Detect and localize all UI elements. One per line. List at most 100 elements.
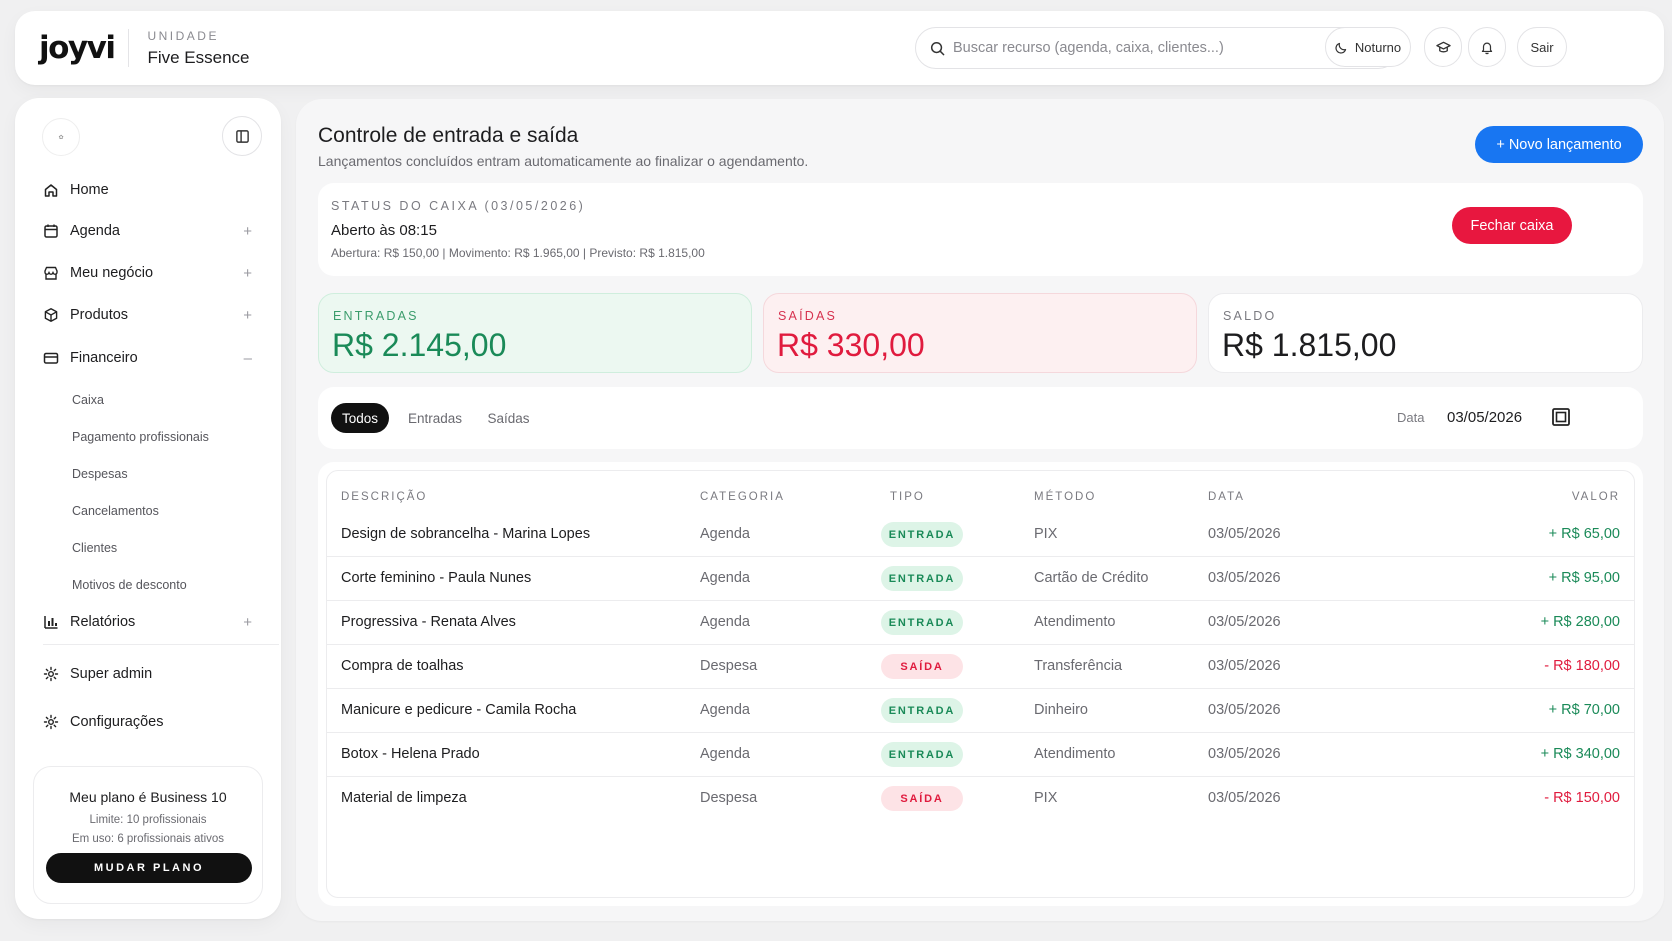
page-title: Controle de entrada e saída bbox=[318, 124, 579, 147]
cell-categoria: Agenda bbox=[700, 614, 750, 630]
sidebar-subitem-cancelamentos[interactable]: Cancelamentos bbox=[72, 504, 159, 518]
new-entry-button[interactable]: + Novo lançamento bbox=[1475, 126, 1643, 163]
table-row[interactable]: Design de sobrancelha - Marina Lopes Agen… bbox=[327, 513, 1634, 557]
sidebar-item-relatorios[interactable]: Relatórios + bbox=[43, 607, 267, 637]
divider bbox=[128, 29, 130, 67]
search-icon bbox=[930, 41, 945, 55]
unit-name: Five Essence bbox=[147, 47, 250, 67]
column-header-descricao: DESCRIÇÃO bbox=[341, 491, 428, 503]
divider bbox=[43, 644, 279, 645]
filter-bar: Todos Entradas Saídas Data 03/05/2026 bbox=[318, 387, 1643, 449]
table-row[interactable]: Corte feminino - Paula Nunes Agenda ENTRAD… bbox=[327, 557, 1634, 601]
cell-valor: + R$ 65,00 bbox=[1548, 526, 1620, 542]
box-icon bbox=[44, 308, 58, 322]
cell-metodo: Cartão de Crédito bbox=[1034, 570, 1149, 586]
expand-icon[interactable]: + bbox=[243, 307, 252, 324]
sidebar-subitem-caixa[interactable]: Caixa bbox=[72, 393, 104, 407]
sidebar-item-home[interactable]: Home bbox=[43, 175, 267, 205]
cash-status-detail: Abertura: R$ 150,00 | Movimento: R$ 1.96… bbox=[331, 246, 705, 260]
sidebar-subitem-motivos-desconto[interactable]: Motivos de desconto bbox=[72, 578, 187, 592]
sidebar-subitem-clientes[interactable]: Clientes bbox=[72, 541, 117, 555]
cell-data: 03/05/2026 bbox=[1208, 614, 1281, 630]
close-cash-button[interactable]: Fechar caixa bbox=[1452, 207, 1572, 244]
date-filter-label: Data bbox=[1397, 410, 1425, 425]
table-row[interactable]: Compra de toalhas Despesa SAÍDA Transferênc… bbox=[327, 645, 1634, 689]
column-header-categoria: CATEGORIA bbox=[700, 491, 785, 503]
table-row[interactable]: Material de limpeza Despesa SAÍDA PIX 03/05/… bbox=[327, 777, 1634, 821]
column-header-data: DATA bbox=[1208, 491, 1245, 503]
cell-valor: - R$ 180,00 bbox=[1544, 658, 1620, 674]
expand-icon[interactable]: + bbox=[243, 223, 252, 240]
stat-label: SAÍDAS bbox=[778, 309, 838, 323]
cell-categoria: Agenda bbox=[700, 702, 750, 718]
column-header-tipo: TIPO bbox=[890, 491, 925, 503]
column-header-metodo: MÉTODO bbox=[1034, 491, 1097, 503]
cell-metodo: Dinheiro bbox=[1034, 702, 1088, 718]
expand-icon[interactable]: + bbox=[243, 614, 252, 631]
cell-valor: + R$ 340,00 bbox=[1540, 746, 1620, 762]
type-badge: ENTRADA bbox=[881, 566, 963, 591]
cell-categoria: Agenda bbox=[700, 526, 750, 542]
table-row[interactable]: Progressiva - Renata Alves Agenda ENTRADA A… bbox=[327, 601, 1634, 645]
cash-status-card: STATUS DO CAIXA (03/05/2026) Aberto às 0… bbox=[318, 183, 1643, 276]
cell-data: 03/05/2026 bbox=[1208, 790, 1281, 806]
calendar-picker-icon[interactable] bbox=[1551, 407, 1571, 427]
cell-descricao: Progressiva - Renata Alves bbox=[341, 614, 516, 630]
gear-icon bbox=[43, 714, 59, 730]
logout-button[interactable]: Sair bbox=[1517, 27, 1567, 67]
cash-opened-time: Aberto às 08:15 bbox=[331, 222, 437, 239]
graduation-cap-icon bbox=[1435, 41, 1451, 52]
cell-metodo: PIX bbox=[1034, 790, 1058, 806]
table-row[interactable]: Manicure e pedicure - Camila Rocha Agenda… bbox=[327, 689, 1634, 733]
cell-data: 03/05/2026 bbox=[1208, 658, 1281, 674]
sidebar-item-agenda[interactable]: Agenda + bbox=[43, 216, 267, 246]
tab-todos[interactable]: Todos bbox=[331, 403, 389, 433]
cash-status-label: STATUS DO CAIXA (03/05/2026) bbox=[331, 199, 586, 213]
stat-value: R$ 2.145,00 bbox=[332, 327, 507, 363]
plan-card: Meu plano é Business 10 Limite: 10 profi… bbox=[33, 766, 263, 904]
app-logo[interactable]: joyvi bbox=[39, 30, 116, 66]
theme-toggle-button[interactable]: Noturno bbox=[1325, 27, 1411, 67]
type-badge: SAÍDA bbox=[881, 654, 963, 679]
sidebar-item-label: Home bbox=[70, 182, 109, 198]
cell-categoria: Despesa bbox=[700, 790, 758, 806]
change-plan-button[interactable]: MUDAR PLANO bbox=[46, 853, 252, 883]
table-row[interactable]: Botox - Helena Prado Agenda ENTRADA Atendim… bbox=[327, 733, 1634, 777]
logout-label: Sair bbox=[1530, 39, 1554, 55]
cell-descricao: Material de limpeza bbox=[341, 790, 467, 806]
cell-descricao: Corte feminino - Paula Nunes bbox=[341, 570, 532, 586]
notifications-button[interactable] bbox=[1468, 27, 1506, 67]
stat-label: ENTRADAS bbox=[333, 309, 419, 323]
sidebar-item-super-admin[interactable]: Super admin bbox=[43, 659, 267, 689]
cell-metodo: Atendimento bbox=[1034, 746, 1116, 762]
cell-categoria: Agenda bbox=[700, 570, 750, 586]
sidebar-item-label: Super admin bbox=[70, 666, 153, 682]
cell-valor: + R$ 95,00 bbox=[1548, 570, 1620, 586]
sidebar-subitem-despesas[interactable]: Despesas bbox=[72, 467, 128, 481]
date-filter-input[interactable]: 03/05/2026 bbox=[1447, 409, 1522, 426]
sidebar-item-label: Agenda bbox=[70, 223, 120, 239]
sidebar-item-configuracoes[interactable]: Configurações bbox=[43, 707, 267, 737]
sidebar-item-label: Relatórios bbox=[70, 614, 136, 630]
stat-value: R$ 1.815,00 bbox=[1222, 327, 1397, 363]
sidebar-item-produtos[interactable]: Produtos + bbox=[43, 300, 267, 330]
type-badge: ENTRADA bbox=[881, 522, 963, 547]
cell-descricao: Compra de toalhas bbox=[341, 658, 464, 674]
collapse-icon[interactable]: – bbox=[244, 350, 252, 367]
academy-button[interactable] bbox=[1424, 27, 1462, 67]
theme-toggle-label: Noturno bbox=[1354, 39, 1402, 55]
cell-valor: - R$ 150,00 bbox=[1544, 790, 1620, 806]
cell-metodo: Transferência bbox=[1034, 658, 1123, 674]
top-bar: joyvi UNIDADE Five Essence Buscar recurs… bbox=[15, 11, 1664, 85]
sidebar-item-financeiro[interactable]: Financeiro – bbox=[43, 343, 267, 373]
cell-data: 03/05/2026 bbox=[1208, 702, 1281, 718]
sidebar-item-meu-negocio[interactable]: Meu negócio + bbox=[43, 258, 267, 288]
plan-usage: Em uso: 6 profissionais ativos bbox=[71, 833, 225, 845]
collapse-sidebar-button[interactable] bbox=[222, 116, 262, 156]
tab-saidas[interactable]: Saídas bbox=[481, 403, 536, 433]
tab-entradas[interactable]: Entradas bbox=[401, 403, 469, 433]
cell-categoria: Agenda bbox=[700, 746, 750, 762]
sidebar-subitem-pagamento-profissionais[interactable]: Pagamento profissionais bbox=[72, 430, 209, 444]
expand-icon[interactable]: + bbox=[243, 265, 252, 282]
cell-descricao: Manicure e pedicure - Camila Rocha bbox=[341, 702, 577, 718]
